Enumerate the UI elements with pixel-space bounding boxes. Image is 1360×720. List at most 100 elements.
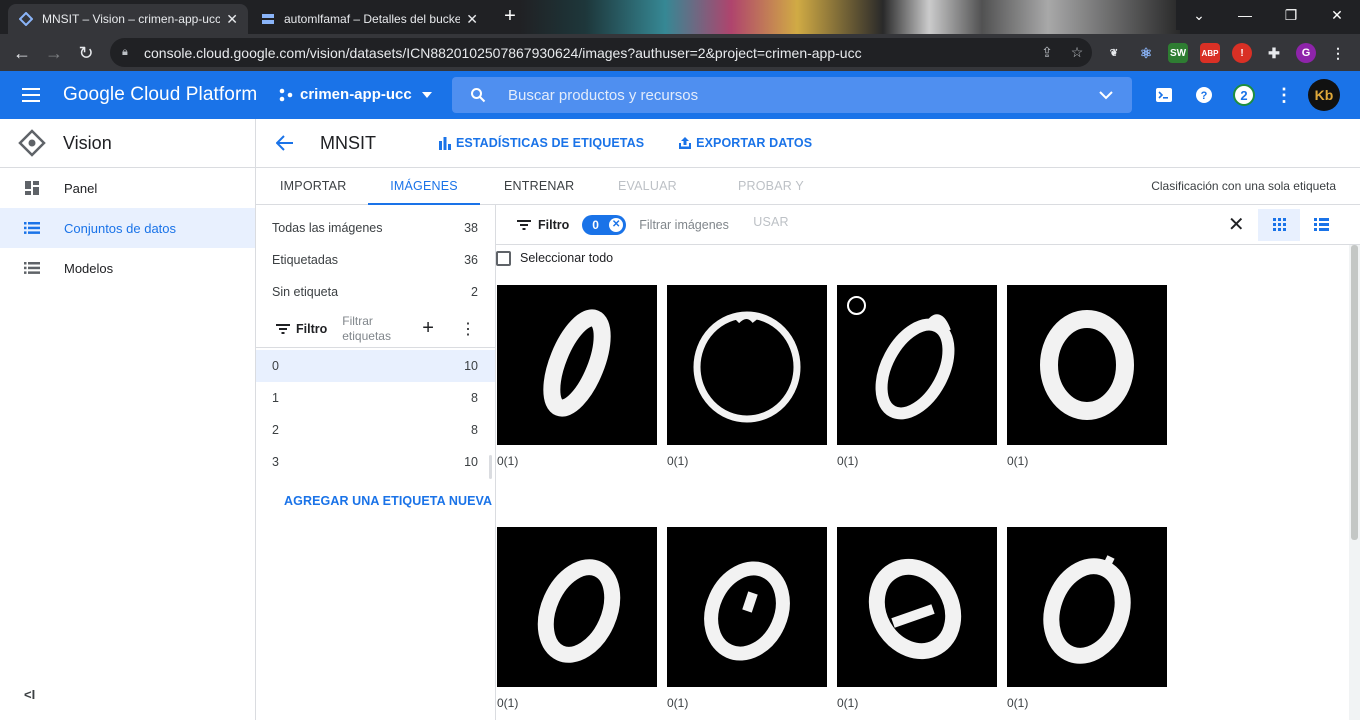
label-count: 36	[464, 253, 478, 267]
label-row-unlabeled[interactable]: Sin etiqueta 2	[256, 276, 495, 308]
label-panel: Todas las imágenes 38 Etiquetadas 36 Sin…	[256, 205, 496, 720]
account-avatar[interactable]: Kb	[1308, 79, 1340, 111]
image-caption: 0(1)	[497, 696, 519, 710]
close-window-icon[interactable]: ✕	[1314, 0, 1360, 30]
reload-icon[interactable]: ↻	[74, 41, 98, 65]
label-row-1[interactable]: 1 8	[256, 382, 495, 414]
label-filter-input[interactable]: Filtrar etiquetas	[342, 314, 412, 344]
notifications-badge[interactable]: 2	[1232, 83, 1256, 107]
notifications-count: 2	[1233, 84, 1255, 106]
image-caption: 0(1)	[497, 454, 519, 468]
label-filter-bar: Filtro Filtrar etiquetas + ⋮	[256, 310, 495, 348]
back-arrow-icon[interactable]	[274, 132, 296, 154]
label-name: 3	[272, 455, 279, 469]
filter-icon	[276, 323, 290, 334]
restore-icon[interactable]: ❐	[1268, 0, 1314, 30]
help-icon[interactable]: ?	[1192, 83, 1216, 107]
tab-train[interactable]: ENTRENAR	[504, 168, 574, 205]
profile-avatar-icon[interactable]: G	[1296, 43, 1316, 63]
label-row-3[interactable]: 3 10	[256, 446, 495, 478]
tab-import[interactable]: IMPORTAR	[280, 168, 346, 205]
forward-icon[interactable]: →	[42, 41, 66, 65]
filter-chip[interactable]: 0 ✕	[582, 214, 627, 235]
dataset-toolbar: MNSIT ESTADÍSTICAS DE ETIQUETAS EXPORTAR…	[256, 119, 1360, 168]
label-scrollbar[interactable]	[489, 455, 492, 479]
image-tile[interactable]: 0(1)	[667, 285, 827, 468]
image-tile[interactable]: 0(1)	[1007, 285, 1167, 468]
label-count: 2	[471, 285, 478, 299]
label-row-all[interactable]: Todas las imágenes 38	[256, 212, 495, 244]
image-tile[interactable]: 0(1)	[497, 527, 657, 710]
more-vert-icon[interactable]: ⋮	[460, 319, 476, 339]
minimize-icon[interactable]: —	[1222, 0, 1268, 30]
label-row-labeled[interactable]: Etiquetadas 36	[256, 244, 495, 276]
collapse-sidebar-icon[interactable]: <I	[24, 687, 35, 702]
url-text: console.cloud.google.com/vision/datasets…	[144, 44, 862, 61]
brand-title[interactable]: Google Cloud Platform	[63, 84, 257, 106]
sidebar-item-models[interactable]: Modelos	[0, 248, 255, 288]
clear-filter-icon[interactable]: ✕	[1224, 212, 1248, 237]
image-filter-bar: Filtro 0 ✕ Filtrar imágenes ✕	[496, 205, 1360, 245]
extension-abp-icon[interactable]: ABP	[1200, 43, 1220, 63]
list-icon	[23, 259, 41, 277]
browser-tab-vision[interactable]: MNSIT – Vision – crimen-app-ucc ✕	[8, 4, 248, 34]
extension-red-icon[interactable]: !	[1232, 43, 1252, 63]
new-tab-icon[interactable]: +	[500, 6, 520, 26]
share-icon[interactable]: ⇪	[1032, 44, 1062, 61]
tab-evaluate[interactable]: EVALUAR	[618, 168, 677, 205]
list-view-icon[interactable]	[1300, 209, 1342, 241]
label-name: Etiquetadas	[272, 253, 339, 267]
export-data-button[interactable]: EXPORTAR DATOS	[678, 136, 812, 150]
hamburger-menu-icon[interactable]	[20, 83, 44, 107]
tab-images[interactable]: IMÁGENES	[368, 168, 480, 205]
tab-test-use[interactable]: PROBAR Y USAR	[722, 168, 820, 229]
add-new-label-button[interactable]: AGREGAR UNA ETIQUETA NUEVA	[256, 494, 495, 508]
bar-chart-icon	[438, 136, 452, 150]
label-row-2[interactable]: 2 8	[256, 414, 495, 446]
gcp-favicon-icon	[18, 11, 34, 27]
add-label-icon[interactable]: +	[422, 317, 434, 340]
back-icon[interactable]: ←	[10, 41, 34, 65]
gcp-header: Google Cloud Platform crimen-app-ucc Bus…	[0, 71, 1360, 119]
project-selector[interactable]: crimen-app-ucc	[278, 86, 433, 103]
label-filter-label: Filtro	[296, 321, 328, 336]
digit-zero-image	[1007, 285, 1167, 445]
close-tab-icon[interactable]: ✕	[466, 11, 478, 28]
digit-zero-image	[667, 285, 827, 445]
chrome-menu-icon[interactable]: ⋮	[1328, 43, 1348, 63]
label-row-0[interactable]: 0 10	[256, 350, 495, 382]
label-name: 2	[272, 423, 279, 437]
address-bar[interactable]: 🔒︎ console.cloud.google.com/vision/datas…	[110, 38, 1092, 67]
close-tab-icon[interactable]: ✕	[226, 11, 238, 28]
search-box[interactable]: Buscar productos y recursos	[452, 77, 1132, 113]
tab-search-icon[interactable]: ⌄	[1176, 0, 1222, 30]
image-tile[interactable]: 0(1)	[1007, 527, 1167, 710]
sidebar-item-label: Panel	[64, 180, 98, 196]
more-vert-icon[interactable]: ⋮	[1272, 83, 1296, 107]
select-all[interactable]: Seleccionar todo	[496, 247, 613, 269]
export-data-label: EXPORTAR DATOS	[696, 136, 813, 150]
remove-chip-icon[interactable]: ✕	[609, 217, 624, 232]
dashboard-icon	[23, 179, 41, 197]
grid-scrollbar[interactable]	[1349, 245, 1360, 720]
extension-react-icon[interactable]: ⚛	[1136, 43, 1156, 63]
extension-sw-icon[interactable]: SW	[1168, 43, 1188, 63]
label-stats-button[interactable]: ESTADÍSTICAS DE ETIQUETAS	[438, 136, 644, 150]
label-count: 8	[471, 391, 478, 405]
image-tile[interactable]: 0(1)	[837, 527, 997, 710]
grid-scrollbar-thumb[interactable]	[1351, 245, 1358, 540]
image-filter-input[interactable]: Filtrar imágenes	[639, 218, 1199, 232]
extension-feather-icon[interactable]: ❦	[1104, 43, 1124, 63]
sidebar-item-panel[interactable]: Panel	[0, 168, 255, 208]
sidebar-item-datasets[interactable]: Conjuntos de datos	[0, 208, 255, 248]
bookmark-star-icon[interactable]: ☆	[1062, 44, 1092, 61]
grid-view-icon[interactable]	[1258, 208, 1301, 241]
cloud-shell-icon[interactable]	[1152, 83, 1176, 107]
image-tile[interactable]: 0(1)	[497, 285, 657, 468]
image-tile[interactable]: 0(1)	[667, 527, 827, 710]
extensions-puzzle-icon[interactable]: ✚	[1264, 43, 1284, 63]
select-all-checkbox[interactable]	[496, 250, 511, 266]
browser-tab-bucket[interactable]: automlfamaf – Detalles del bucket ✕	[250, 4, 488, 34]
expand-search-icon[interactable]	[1098, 87, 1114, 103]
lock-icon: 🔒︎	[122, 46, 128, 58]
